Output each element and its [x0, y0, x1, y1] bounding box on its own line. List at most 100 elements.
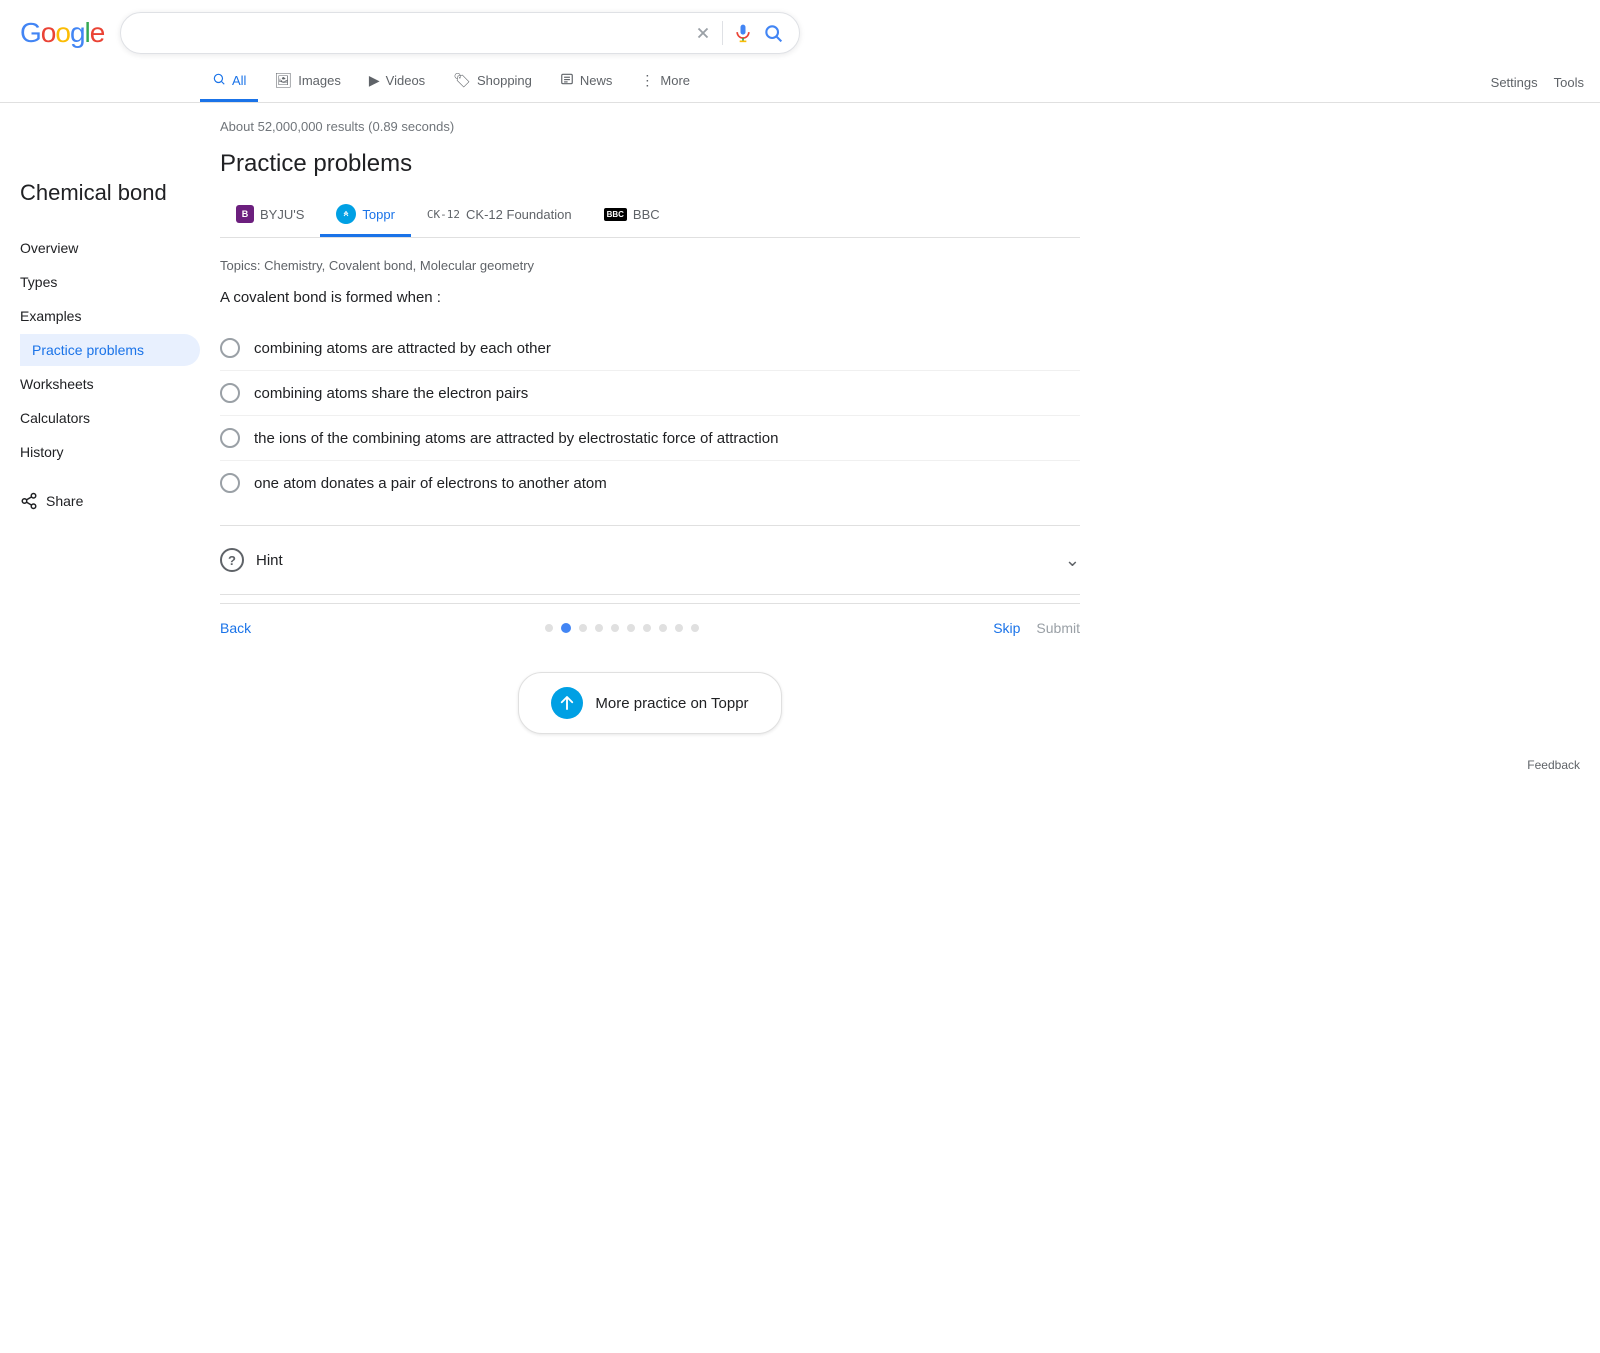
dot-7[interactable]: [659, 624, 667, 632]
tab-news[interactable]: News: [548, 62, 625, 102]
settings-link[interactable]: Settings: [1491, 75, 1538, 90]
source-tab-bbc-label: BBC: [633, 207, 660, 222]
dot-8[interactable]: [675, 624, 683, 632]
question-text: A covalent bond is formed when :: [220, 289, 1080, 306]
more-dots-icon: ⋮: [640, 72, 654, 89]
source-tab-bbc[interactable]: BBC BBC: [588, 197, 676, 235]
sidebar-item-overview[interactable]: Overview: [20, 232, 200, 264]
share-button[interactable]: Share: [20, 476, 200, 526]
dot-0[interactable]: [545, 624, 553, 632]
source-tab-byjus-label: BYJU'S: [260, 207, 304, 222]
results-count: About 52,000,000 results (0.89 seconds): [220, 119, 1080, 134]
sidebar-link-examples[interactable]: Examples: [20, 300, 200, 332]
option-1-text: combining atoms are attracted by each ot…: [254, 340, 551, 357]
sidebar-item-worksheets[interactable]: Worksheets: [20, 368, 200, 400]
chevron-down-icon: ⌄: [1065, 550, 1080, 571]
search-divider: [722, 21, 723, 45]
clear-search-button[interactable]: [694, 24, 712, 42]
tab-more-label: More: [660, 73, 690, 88]
mic-button[interactable]: [733, 23, 753, 43]
dot-4[interactable]: [611, 624, 619, 632]
dot-3[interactable]: [595, 624, 603, 632]
radio-2[interactable]: [220, 383, 240, 403]
radio-3[interactable]: [220, 428, 240, 448]
videos-icon: ▶: [369, 72, 380, 89]
tab-all-label: All: [232, 73, 246, 88]
shopping-icon: 🏷: [453, 72, 471, 89]
sidebar-link-calculators[interactable]: Calculators: [20, 402, 200, 434]
tab-images[interactable]: 🖼 Images: [262, 62, 352, 102]
hint-row[interactable]: ? Hint ⌄: [220, 534, 1080, 586]
more-practice-section: More practice on Toppr: [220, 652, 1080, 750]
more-practice-button[interactable]: More practice on Toppr: [518, 672, 781, 734]
sidebar-link-overview[interactable]: Overview: [20, 232, 200, 264]
sidebar-item-types[interactable]: Types: [20, 266, 200, 298]
toppr-logo: [336, 204, 356, 224]
sidebar-link-types[interactable]: Types: [20, 266, 200, 298]
question-nav: Back Skip Submit: [220, 603, 1080, 652]
source-tab-byjus[interactable]: B BYJU'S: [220, 195, 320, 236]
more-practice-label: More practice on Toppr: [595, 695, 748, 712]
option-2[interactable]: combining atoms share the electron pairs: [220, 371, 1080, 416]
source-tab-ck12-label: CK-12 Foundation: [466, 207, 572, 222]
sidebar-link-history[interactable]: History: [20, 436, 200, 468]
logo-letter-g2: g: [70, 17, 85, 49]
source-tab-ck12[interactable]: CK-12 CK-12 Foundation: [411, 197, 588, 235]
skip-button[interactable]: Skip: [993, 620, 1020, 636]
feedback-button[interactable]: Feedback: [1527, 758, 1580, 772]
byjus-logo: B: [236, 205, 254, 223]
nav-divider: [220, 594, 1080, 595]
dot-2[interactable]: [579, 624, 587, 632]
sidebar-item-practice[interactable]: Practice problems: [20, 334, 200, 366]
option-4[interactable]: one atom donates a pair of electrons to …: [220, 461, 1080, 505]
tab-all[interactable]: All: [200, 62, 258, 102]
tab-videos-label: Videos: [386, 73, 426, 88]
logo-letter-o1: o: [41, 17, 56, 49]
main-content: Chemical bond Overview Types Examples Pr…: [0, 103, 1600, 750]
toppr-arrow-icon: [558, 694, 576, 712]
tab-shopping[interactable]: 🏷 Shopping: [441, 62, 544, 102]
option-1[interactable]: combining atoms are attracted by each ot…: [220, 326, 1080, 371]
logo-letter-e: e: [90, 17, 105, 49]
sidebar-item-calculators[interactable]: Calculators: [20, 402, 200, 434]
feedback-area: Feedback: [0, 750, 1600, 792]
hint-label: Hint: [256, 552, 1053, 569]
search-button[interactable]: [763, 23, 783, 43]
back-button[interactable]: Back: [220, 620, 251, 636]
option-3[interactable]: the ions of the combining atoms are attr…: [220, 416, 1080, 461]
sidebar-link-worksheets[interactable]: Worksheets: [20, 368, 200, 400]
logo-letter-g: G: [20, 17, 41, 49]
options-list: combining atoms are attracted by each ot…: [220, 326, 1080, 505]
sidebar-item-history[interactable]: History: [20, 436, 200, 468]
toppr-circle-icon: [551, 687, 583, 719]
dot-6[interactable]: [643, 624, 651, 632]
tab-videos[interactable]: ▶ Videos: [357, 62, 437, 102]
radio-4[interactable]: [220, 473, 240, 493]
mic-icon: [733, 23, 753, 43]
bbc-logo: BBC: [604, 208, 627, 221]
dot-1[interactable]: [561, 623, 571, 633]
sidebar-link-practice[interactable]: Practice problems: [20, 334, 200, 366]
hint-divider: [220, 525, 1080, 526]
share-label: Share: [46, 493, 83, 509]
content: About 52,000,000 results (0.89 seconds) …: [200, 119, 1100, 750]
sidebar-title: Chemical bond: [20, 179, 200, 208]
dot-9[interactable]: [691, 624, 699, 632]
source-tab-toppr[interactable]: Toppr: [320, 194, 411, 237]
option-4-text: one atom donates a pair of electrons to …: [254, 475, 607, 492]
tab-images-label: Images: [298, 73, 341, 88]
tab-more[interactable]: ⋮ More: [628, 62, 702, 102]
tools-link[interactable]: Tools: [1554, 75, 1584, 90]
search-input[interactable]: chemical bond practice problems: [137, 24, 684, 42]
submit-button: Submit: [1036, 620, 1080, 636]
topics: Topics: Chemistry, Covalent bond, Molecu…: [220, 258, 1080, 273]
sidebar-item-examples[interactable]: Examples: [20, 300, 200, 332]
option-2-text: combining atoms share the electron pairs: [254, 385, 528, 402]
share-icon: [20, 492, 38, 510]
search-icon: [763, 23, 783, 43]
sidebar: Chemical bond Overview Types Examples Pr…: [20, 119, 200, 750]
nav-tabs: All 🖼 Images ▶ Videos 🏷 Shopping News ⋮ …: [0, 54, 1600, 103]
option-3-text: the ions of the combining atoms are attr…: [254, 430, 778, 447]
radio-1[interactable]: [220, 338, 240, 358]
dot-5[interactable]: [627, 624, 635, 632]
